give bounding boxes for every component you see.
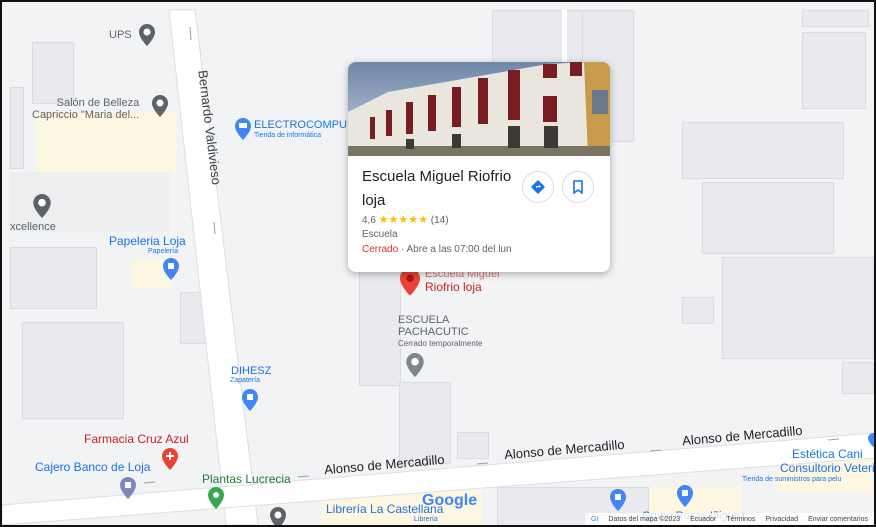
poi-label-escuela[interactable]: Riofrio loja	[425, 280, 482, 294]
shopping-pin-icon[interactable]	[677, 485, 693, 507]
atm-pin-icon[interactable]	[120, 477, 136, 499]
footer-country-link[interactable]: Ecuador	[690, 516, 716, 523]
map-pin-icon[interactable]	[406, 353, 424, 377]
rating-value: 4,6	[362, 215, 376, 226]
shopping-pin-icon[interactable]	[242, 389, 258, 411]
footer-terms-link[interactable]: Términos	[726, 516, 755, 523]
poi-sublabel: Zapatería	[230, 377, 260, 384]
poi-label-electrocompu[interactable]: ELECTROCOMPU	[254, 119, 347, 131]
map-pin-icon[interactable]	[139, 24, 155, 46]
poi-label-papeleria[interactable]: Papeleria Loja	[109, 234, 186, 248]
place-category: Escuela	[362, 229, 398, 240]
poi-label-dihesz[interactable]: DIHESZ	[231, 365, 271, 377]
poi-label-line: Capriccio "Maria del...	[32, 109, 140, 121]
map-pin-icon[interactable]	[868, 430, 876, 450]
poi-sublabel: Librería	[414, 516, 438, 523]
flower-pin-icon[interactable]	[208, 487, 224, 509]
footer-gt: Gt	[591, 515, 599, 523]
place-info-card[interactable]: Escuela Miguel Riofrio loja 4,6 ★★★★★ (1…	[348, 62, 610, 272]
shopping-pin-icon[interactable]	[610, 489, 626, 511]
selected-place-pin-icon[interactable]	[400, 268, 420, 296]
opening-hours: · Abre a las 07:00 del lun	[398, 244, 512, 255]
place-hours: Cerrado · Abre a las 07:00 del lun	[362, 244, 512, 255]
google-logo: Google	[422, 492, 478, 509]
poi-label-estetica[interactable]: Estética Cani	[792, 447, 863, 461]
poi-sublabel: Tienda de informática	[254, 132, 322, 139]
footer-privacy-link[interactable]: Privacidad	[765, 516, 798, 523]
rating-row[interactable]: 4,6 ★★★★★ (14)	[362, 213, 449, 226]
poi-label-consultorio[interactable]: Consultorio Veteri	[780, 461, 874, 475]
place-title: Escuela Miguel Riofrio	[362, 168, 512, 185]
directions-button[interactable]	[522, 171, 554, 203]
footer-feedback-link[interactable]: Enviar comentarios	[808, 516, 868, 523]
map-pin-icon[interactable]	[152, 95, 168, 117]
poi-sublabel: Tienda de suministros para pelu	[742, 476, 842, 483]
poi-label-line: Salón de Belleza	[56, 97, 140, 109]
poi-label-ups[interactable]: UPS	[109, 29, 132, 41]
map-pin-icon[interactable]	[33, 194, 51, 218]
computer-store-pin-icon[interactable]	[235, 118, 251, 140]
poi-label-salon[interactable]: Salón de Belleza Capriccio "Maria del...	[32, 97, 140, 121]
poi-label-farmacia[interactable]: Farmacia Cruz Azul	[84, 432, 189, 446]
place-title: loja	[362, 192, 386, 209]
poi-sublabel: Papelería	[148, 248, 178, 255]
map-footer: Gt Datos del mapa ©2023 Ecuador Términos…	[585, 513, 874, 525]
review-count[interactable]: (14)	[431, 215, 449, 226]
poi-label-pachacutic[interactable]: ESCUELA	[398, 314, 449, 326]
footer-map-data: Datos del mapa ©2023	[608, 515, 681, 523]
poi-label-plantas[interactable]: Plantas Lucrecia	[202, 472, 291, 486]
poi-label-cajero[interactable]: Cajero Banco de Loja	[35, 460, 150, 474]
shopping-pin-icon[interactable]	[163, 258, 179, 280]
status-badge: Cerrado	[362, 244, 399, 255]
map-pin-icon[interactable]	[270, 507, 286, 527]
save-button[interactable]	[562, 171, 594, 203]
directions-icon	[531, 180, 545, 194]
map-frame[interactable]: Bernardo Valdivieso Alonso de Mercadillo…	[0, 0, 876, 527]
place-photo[interactable]	[348, 62, 610, 156]
pharmacy-pin-icon[interactable]	[162, 448, 178, 470]
poi-label-pachacutic[interactable]: PACHACUTIC	[398, 326, 469, 338]
poi-sublabel: Cerrado temporalmente	[398, 339, 483, 348]
poi-label-excellence[interactable]: xcellence	[10, 221, 56, 233]
bookmark-icon	[573, 180, 583, 194]
star-rating-icon: ★★★★★	[378, 214, 428, 226]
